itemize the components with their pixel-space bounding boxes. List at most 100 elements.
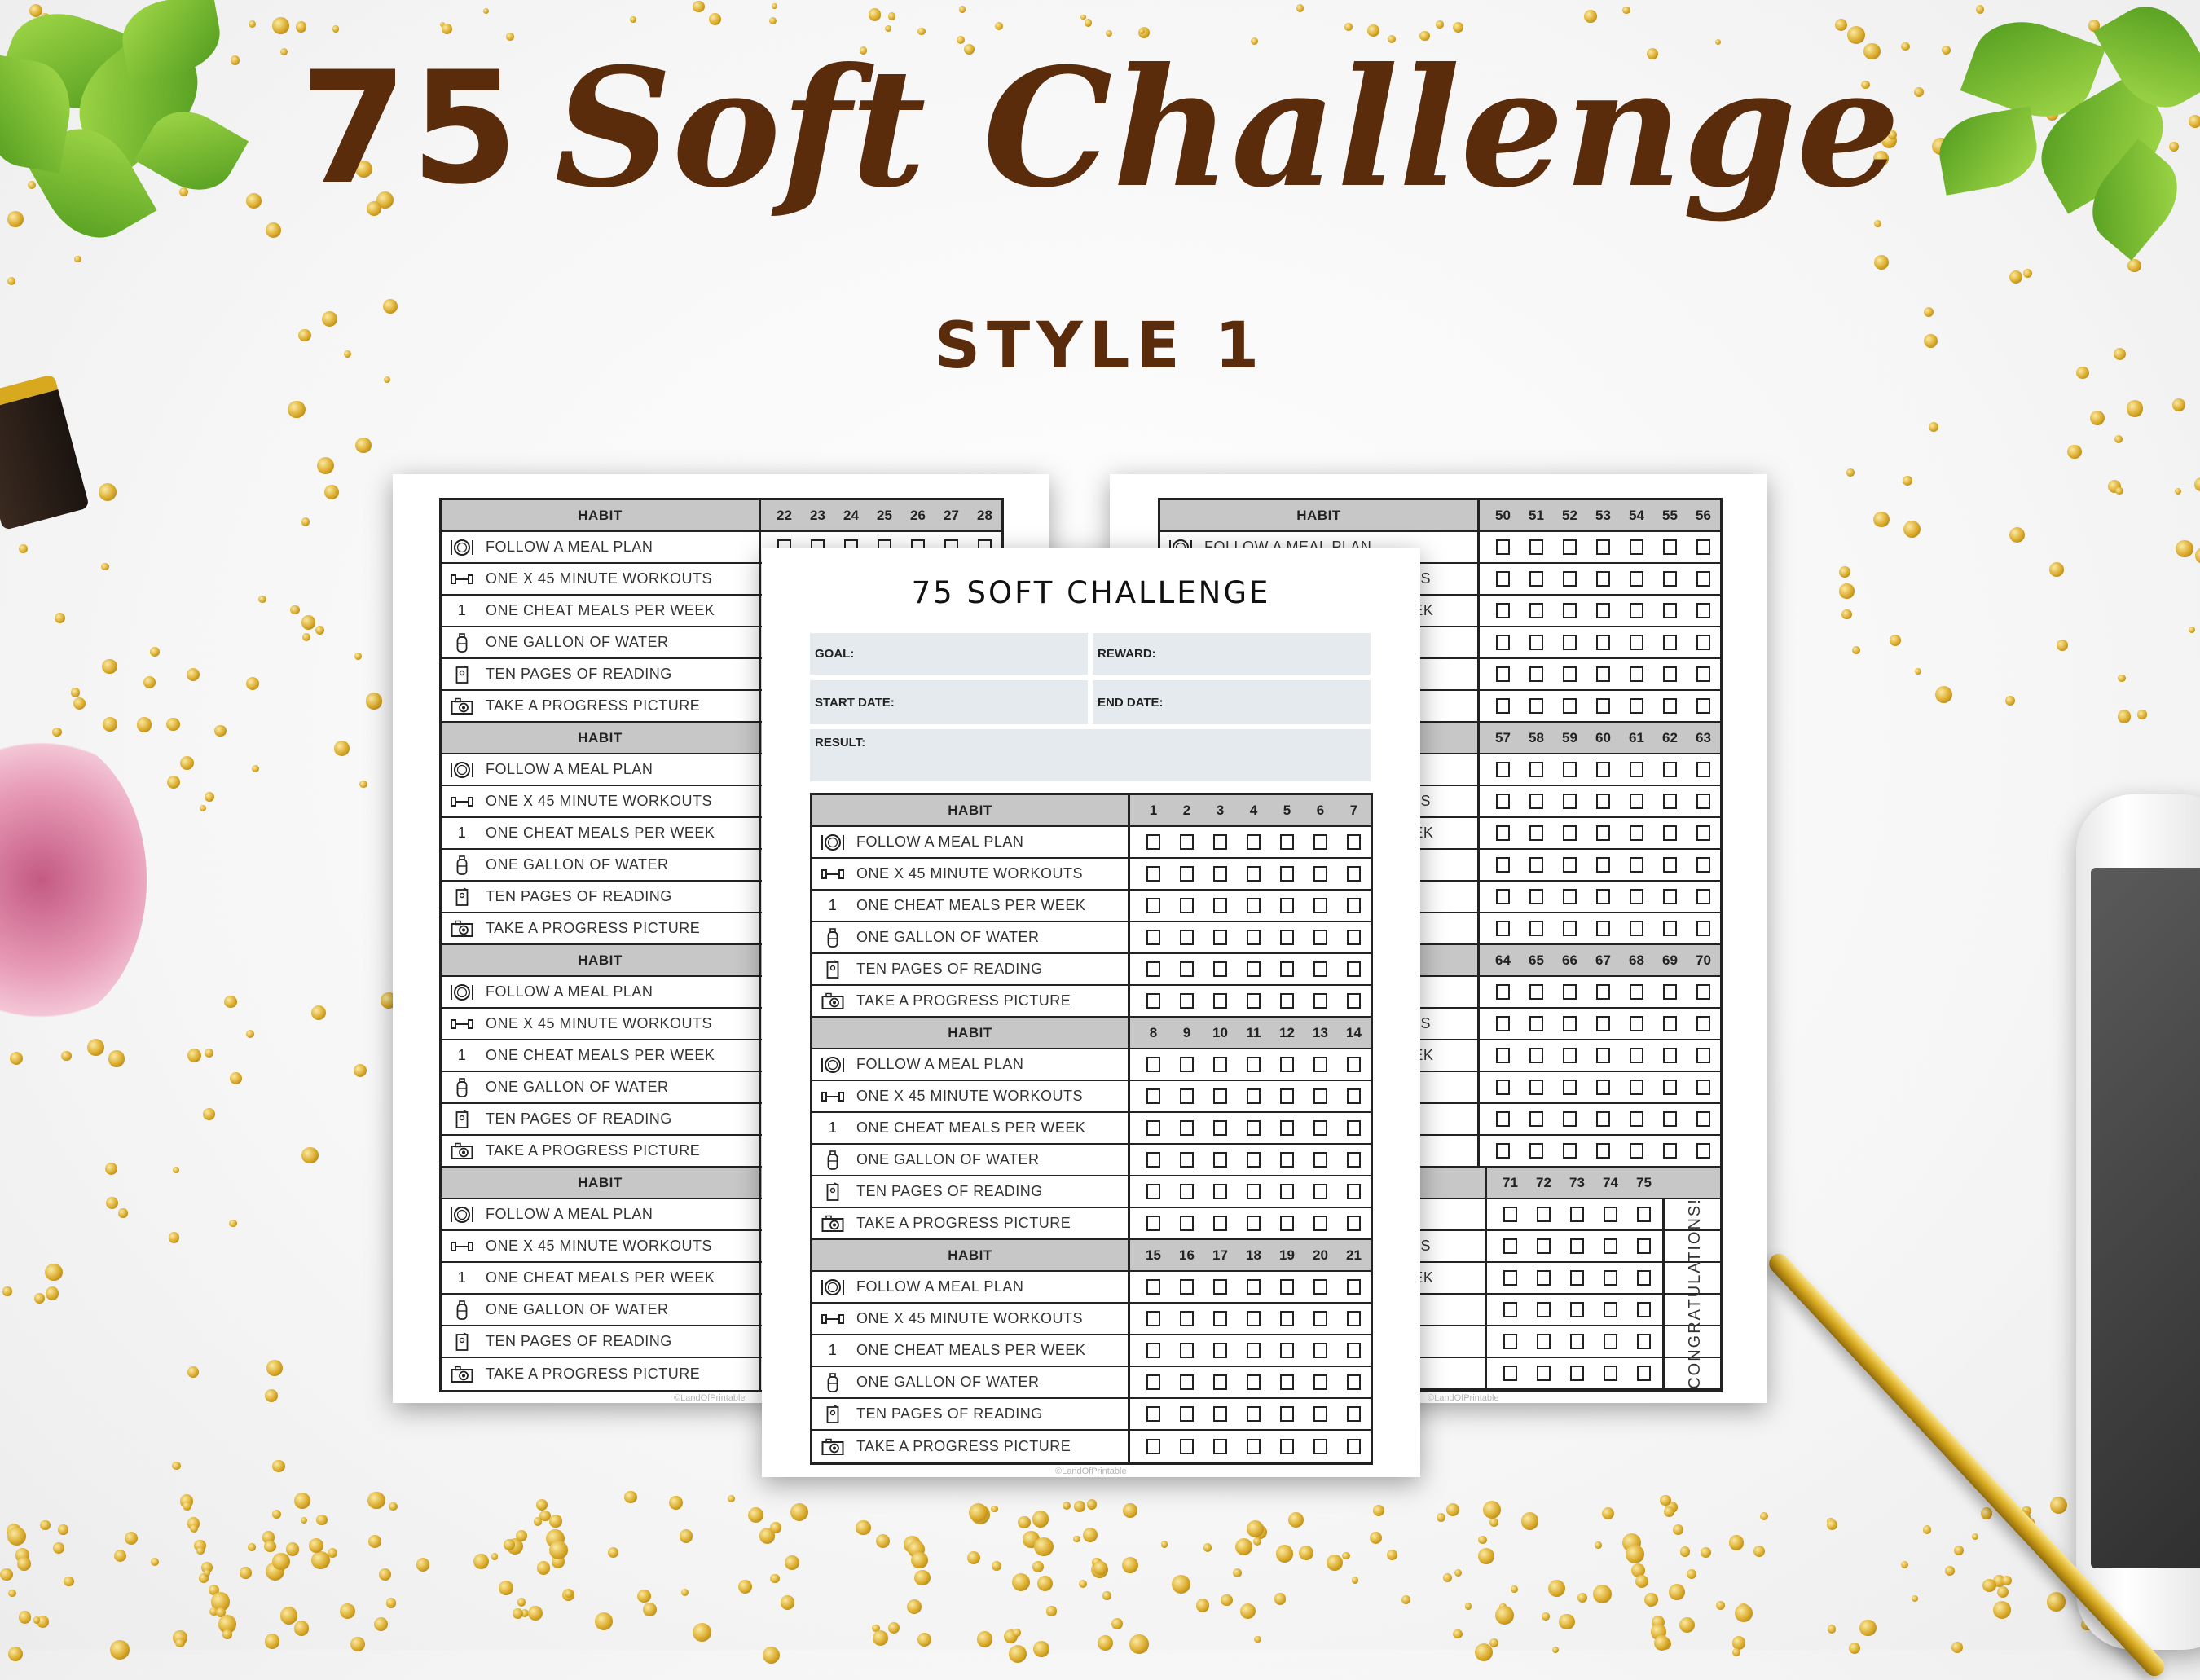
day-checkbox[interactable] bbox=[1527, 1334, 1560, 1349]
day-checkbox[interactable] bbox=[1337, 1406, 1371, 1422]
day-checkbox[interactable] bbox=[1270, 1120, 1304, 1136]
day-checkbox[interactable] bbox=[1203, 1184, 1237, 1199]
day-checkbox[interactable] bbox=[1170, 866, 1203, 882]
day-checkbox[interactable] bbox=[1594, 1334, 1627, 1349]
day-checkbox[interactable] bbox=[1620, 571, 1653, 587]
day-checkbox[interactable] bbox=[1687, 698, 1720, 714]
day-checkbox[interactable] bbox=[1594, 1302, 1627, 1317]
day-checkbox[interactable] bbox=[1304, 1184, 1337, 1199]
day-checkbox[interactable] bbox=[1170, 1439, 1203, 1454]
day-checkbox[interactable] bbox=[1170, 898, 1203, 913]
day-checkbox[interactable] bbox=[1560, 1207, 1594, 1222]
day-checkbox[interactable] bbox=[1486, 539, 1520, 555]
day-checkbox[interactable] bbox=[1486, 984, 1520, 1000]
day-checkbox[interactable] bbox=[1137, 834, 1170, 850]
day-checkbox[interactable] bbox=[1270, 1216, 1304, 1231]
day-checkbox[interactable] bbox=[1586, 603, 1620, 618]
day-checkbox[interactable] bbox=[1337, 1216, 1371, 1231]
day-checkbox[interactable] bbox=[1170, 1152, 1203, 1168]
day-checkbox[interactable] bbox=[1553, 698, 1586, 714]
day-checkbox[interactable] bbox=[1137, 961, 1170, 977]
day-checkbox[interactable] bbox=[1486, 857, 1520, 873]
day-checkbox[interactable] bbox=[1203, 1343, 1237, 1358]
day-checkbox[interactable] bbox=[1687, 571, 1720, 587]
day-checkbox[interactable] bbox=[1494, 1270, 1527, 1286]
day-checkbox[interactable] bbox=[1520, 666, 1553, 682]
day-checkbox[interactable] bbox=[1653, 825, 1687, 841]
day-checkbox[interactable] bbox=[1237, 866, 1270, 882]
day-checkbox[interactable] bbox=[1653, 794, 1687, 809]
day-checkbox[interactable] bbox=[1586, 1048, 1620, 1063]
day-checkbox[interactable] bbox=[1653, 1048, 1687, 1063]
day-checkbox[interactable] bbox=[1237, 1406, 1270, 1422]
day-checkbox[interactable] bbox=[1653, 762, 1687, 777]
day-checkbox[interactable] bbox=[1687, 825, 1720, 841]
day-checkbox[interactable] bbox=[1337, 1088, 1371, 1104]
day-checkbox[interactable] bbox=[1270, 993, 1304, 1009]
day-checkbox[interactable] bbox=[1494, 1207, 1527, 1222]
day-checkbox[interactable] bbox=[1687, 794, 1720, 809]
day-checkbox[interactable] bbox=[1304, 1279, 1337, 1295]
day-checkbox[interactable] bbox=[1620, 635, 1653, 650]
day-checkbox[interactable] bbox=[1553, 1080, 1586, 1095]
day-checkbox[interactable] bbox=[1560, 1366, 1594, 1381]
day-checkbox[interactable] bbox=[1653, 635, 1687, 650]
day-checkbox[interactable] bbox=[1560, 1238, 1594, 1254]
day-checkbox[interactable] bbox=[1170, 993, 1203, 1009]
day-checkbox[interactable] bbox=[1653, 1111, 1687, 1127]
day-checkbox[interactable] bbox=[1653, 603, 1687, 618]
day-checkbox[interactable] bbox=[1627, 1366, 1661, 1381]
day-checkbox[interactable] bbox=[1486, 1111, 1520, 1127]
day-checkbox[interactable] bbox=[1620, 762, 1653, 777]
day-checkbox[interactable] bbox=[1170, 930, 1203, 945]
day-checkbox[interactable] bbox=[1687, 603, 1720, 618]
day-checkbox[interactable] bbox=[1553, 984, 1586, 1000]
day-checkbox[interactable] bbox=[1586, 825, 1620, 841]
day-checkbox[interactable] bbox=[1594, 1270, 1627, 1286]
day-checkbox[interactable] bbox=[1170, 1343, 1203, 1358]
day-checkbox[interactable] bbox=[1337, 1374, 1371, 1390]
day-checkbox[interactable] bbox=[1237, 1439, 1270, 1454]
day-checkbox[interactable] bbox=[1304, 898, 1337, 913]
day-checkbox[interactable] bbox=[1586, 921, 1620, 936]
day-checkbox[interactable] bbox=[1237, 1152, 1270, 1168]
day-checkbox[interactable] bbox=[1620, 1080, 1653, 1095]
day-checkbox[interactable] bbox=[1620, 1048, 1653, 1063]
day-checkbox[interactable] bbox=[1203, 834, 1237, 850]
day-checkbox[interactable] bbox=[1594, 1207, 1627, 1222]
start-date-field[interactable]: START DATE: bbox=[810, 680, 1088, 724]
day-checkbox[interactable] bbox=[1687, 762, 1720, 777]
day-checkbox[interactable] bbox=[1586, 762, 1620, 777]
day-checkbox[interactable] bbox=[1494, 1334, 1527, 1349]
day-checkbox[interactable] bbox=[1203, 1374, 1237, 1390]
day-checkbox[interactable] bbox=[1203, 1439, 1237, 1454]
day-checkbox[interactable] bbox=[1553, 571, 1586, 587]
day-checkbox[interactable] bbox=[1304, 1152, 1337, 1168]
day-checkbox[interactable] bbox=[1137, 993, 1170, 1009]
day-checkbox[interactable] bbox=[1620, 698, 1653, 714]
day-checkbox[interactable] bbox=[1520, 571, 1553, 587]
day-checkbox[interactable] bbox=[1627, 1238, 1661, 1254]
day-checkbox[interactable] bbox=[1520, 762, 1553, 777]
day-checkbox[interactable] bbox=[1237, 930, 1270, 945]
day-checkbox[interactable] bbox=[1237, 1343, 1270, 1358]
day-checkbox[interactable] bbox=[1620, 794, 1653, 809]
day-checkbox[interactable] bbox=[1553, 825, 1586, 841]
day-checkbox[interactable] bbox=[1653, 539, 1687, 555]
day-checkbox[interactable] bbox=[1594, 1238, 1627, 1254]
day-checkbox[interactable] bbox=[1553, 635, 1586, 650]
day-checkbox[interactable] bbox=[1627, 1334, 1661, 1349]
day-checkbox[interactable] bbox=[1170, 1406, 1203, 1422]
day-checkbox[interactable] bbox=[1203, 898, 1237, 913]
day-checkbox[interactable] bbox=[1203, 961, 1237, 977]
day-checkbox[interactable] bbox=[1594, 1366, 1627, 1381]
day-checkbox[interactable] bbox=[1520, 603, 1553, 618]
day-checkbox[interactable] bbox=[1137, 898, 1170, 913]
day-checkbox[interactable] bbox=[1553, 1111, 1586, 1127]
day-checkbox[interactable] bbox=[1486, 794, 1520, 809]
day-checkbox[interactable] bbox=[1137, 1088, 1170, 1104]
day-checkbox[interactable] bbox=[1520, 857, 1553, 873]
day-checkbox[interactable] bbox=[1304, 866, 1337, 882]
day-checkbox[interactable] bbox=[1560, 1270, 1594, 1286]
day-checkbox[interactable] bbox=[1270, 1406, 1304, 1422]
